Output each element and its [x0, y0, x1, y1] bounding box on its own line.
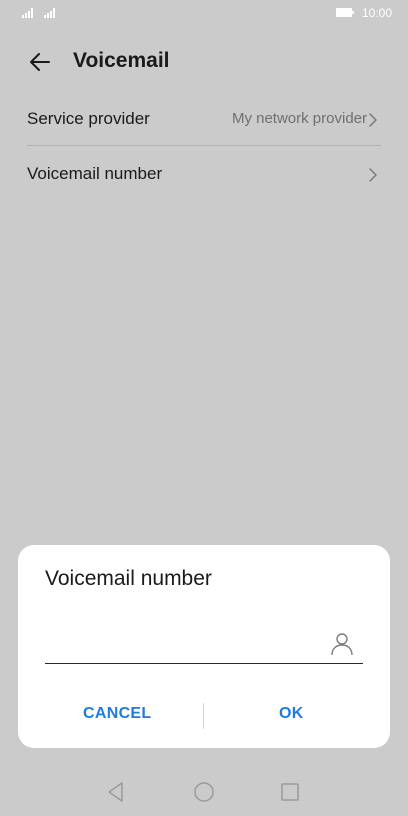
chevron-right-icon [369, 168, 377, 182]
signal-icon [22, 8, 33, 18]
signal-icon [44, 8, 55, 18]
voicemail-number-label: Voicemail number [27, 164, 163, 183]
voicemail-number-dialog: Voicemail number CANCEL OK [18, 545, 390, 748]
app-header: Voicemail [0, 40, 408, 84]
ok-button[interactable]: OK [279, 705, 304, 723]
page-title: Voicemail [73, 49, 170, 72]
voicemail-number-input[interactable] [45, 631, 325, 659]
navigation-bar [0, 770, 408, 816]
service-provider-label: Service provider [27, 109, 150, 128]
arrow-left-icon[interactable] [26, 48, 54, 76]
chevron-right-icon [369, 113, 377, 127]
triangle-back-icon[interactable] [104, 780, 128, 804]
service-provider-row[interactable]: Service provider My network provider [0, 92, 408, 146]
button-divider [203, 703, 204, 729]
battery-icon [336, 8, 354, 17]
status-bar: 10:00 [0, 0, 408, 26]
circle-home-icon[interactable] [192, 780, 216, 804]
dialog-title: Voicemail number [45, 567, 212, 590]
voicemail-number-row[interactable]: Voicemail number [0, 147, 408, 201]
status-time: 10:00 [361, 6, 392, 20]
input-underline [45, 663, 363, 664]
square-recents-icon[interactable] [278, 780, 302, 804]
person-icon[interactable] [330, 631, 354, 657]
divider [27, 145, 381, 146]
cancel-button[interactable]: CANCEL [83, 705, 151, 723]
service-provider-value: My network provider [231, 110, 367, 127]
